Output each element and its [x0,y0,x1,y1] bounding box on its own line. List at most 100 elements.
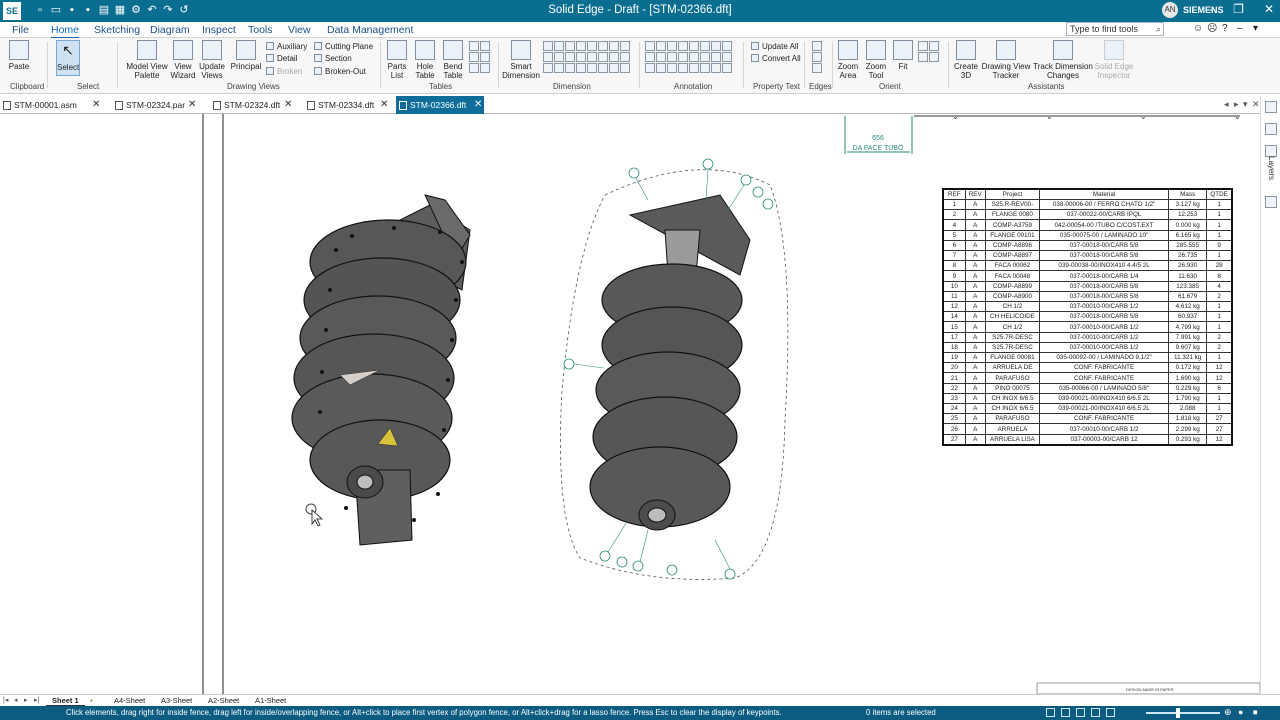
sheet-last-icon[interactable]: ▸| [34,696,39,704]
orient-tool-icon[interactable] [918,41,928,51]
create-3d-button[interactable]: Create 3D [953,40,979,80]
library-panel-icon[interactable] [1265,123,1277,135]
zoom-in-icon[interactable]: ⊕ [1224,707,1232,718]
annotation-tool-icon[interactable] [700,52,710,62]
record-icon[interactable]: ● [1238,707,1243,717]
annotation-tool-icon[interactable] [700,41,710,51]
table-row[interactable]: 24 A CH INOX 6/6.5 039-00021-00/INOX410 6/6… [942,403,1233,415]
annotation-tool-icon[interactable] [689,63,699,73]
table-row[interactable]: 8 A FACA 00062 039-00038-00/INOX410 4.4/5 2… [942,260,1233,272]
annotation-tool-icon[interactable] [722,52,732,62]
bend-table-button[interactable]: Bend Table [440,40,466,80]
table-row[interactable]: 22 A PINO 00075 035-00066-00 / LAMINADO 5/8… [942,382,1233,394]
fit-icon[interactable] [1076,708,1085,717]
dimension-tool-icon[interactable] [543,41,553,51]
annotation-tool-icon[interactable] [711,52,721,62]
view-wizard-button[interactable]: View Wizard [170,40,196,80]
zoom-slider-handle[interactable] [1176,708,1180,718]
tab-inspect[interactable]: Inspect [202,24,236,36]
dimension-tool-icon[interactable] [620,63,630,73]
frown-feedback-icon[interactable]: ☹ [1207,23,1217,34]
tab-tools[interactable]: Tools [248,24,273,36]
annotation-tool-icon[interactable] [656,63,666,73]
dimension-tool-icon[interactable] [598,41,608,51]
close-tab-icon[interactable]: ✕ [284,96,292,114]
zoom-slider[interactable] [1146,712,1220,714]
tab-view[interactable]: View [288,24,311,36]
doc-tab[interactable]: STM-02324.dft ✕ [210,96,294,114]
cutting-plane-button[interactable]: Cutting Plane [314,41,373,52]
table-row[interactable]: 18 A S25.7R-DESC 037-00010-00/CARB 1/2 9.607… [942,341,1233,354]
table-row[interactable]: 4 A COMP-A3759 042-00054-00 /TUBO C/COST.EX… [942,219,1233,231]
table-row[interactable]: 7 A COMP-A8897 037-00018-00/CARB 5/8 26.735 1 [942,250,1233,262]
tab-file[interactable]: File [12,24,29,36]
table-tool-icon[interactable] [480,63,490,73]
screw-conveyor-view-left[interactable] [291,194,471,546]
doc-tab[interactable]: STM-02324.par ✕ [112,96,208,114]
tab-diagram[interactable]: Diagram [150,24,190,36]
smile-feedback-icon[interactable]: ☺ [1193,23,1203,34]
table-row[interactable]: 15 A CH 1/2 037-00010-00/CARB 1/2 4.799 kg 1 [942,321,1233,333]
update-views-button[interactable]: Update Views [198,40,226,80]
minimize-icon[interactable]: – [1206,2,1213,16]
dimension-tool-icon[interactable] [543,52,553,62]
minimize-ribbon-icon[interactable]: – [1237,23,1243,34]
annotation-tool-icon[interactable] [689,41,699,51]
dimension-tool-icon[interactable] [587,41,597,51]
table-tool-icon[interactable] [469,52,479,62]
annotation-tool-icon[interactable] [656,52,666,62]
edge-tool-icon[interactable] [812,52,822,62]
dimension-tool-icon[interactable] [576,52,586,62]
paste-button[interactable]: Paste [7,40,31,71]
table-row[interactable]: 21 A PARAFUSO CONF. FABRICANTE 1.690 kg 12 [942,372,1233,384]
annotation-tool-icon[interactable] [722,63,732,73]
convert-all-button[interactable]: Convert All [751,53,801,64]
zoom-area-button[interactable]: Zoom Area [835,40,861,80]
drawing-view-tracker-button[interactable]: Drawing View Tracker [981,40,1031,80]
annotation-tool-icon[interactable] [678,52,688,62]
doc-tab[interactable]: STM-00001.asm ✕ [0,96,104,114]
sheet-prev-icon[interactable]: ◂ [14,696,18,704]
dimension-tool-icon[interactable] [587,63,597,73]
edge-tool-icon[interactable] [812,63,822,73]
section-button[interactable]: Section [314,53,352,64]
annotation-tool-icon[interactable] [700,63,710,73]
properties-panel-icon[interactable] [1265,101,1277,113]
close-all-icon[interactable]: ✕ [1252,99,1260,110]
dimension-tool-icon[interactable] [554,41,564,51]
sheet-next-icon[interactable]: ▸ [24,696,28,704]
dimension-tool-icon[interactable] [587,52,597,62]
pan-icon[interactable] [1091,708,1100,717]
annotation-tool-icon[interactable] [645,52,655,62]
dimension-tool-icon[interactable] [609,41,619,51]
table-tool-icon[interactable] [469,63,479,73]
annotation-tool-icon[interactable] [645,41,655,51]
close-tab-icon[interactable]: ✕ [474,96,482,114]
annotation-tool-icon[interactable] [678,41,688,51]
table-row[interactable]: 6 A COMP-A8896 037-00018-00/CARB 5/8 285.555… [942,239,1233,252]
scroll-tabs-right-icon[interactable]: ▸ [1234,99,1239,110]
close-icon[interactable]: ✕ [1264,2,1274,16]
hole-table-button[interactable]: Hole Table [412,40,438,80]
annotation-tool-icon[interactable] [711,63,721,73]
scroll-tabs-left-icon[interactable]: ◂ [1224,99,1229,110]
orient-tool-icon[interactable] [929,41,939,51]
dimension-tool-icon[interactable] [565,52,575,62]
dimension-tool-icon[interactable] [554,63,564,73]
zoom-tool-button[interactable]: Zoom Tool [863,40,889,80]
annotation-tool-icon[interactable] [689,52,699,62]
dimension-tool-icon[interactable] [620,41,630,51]
smart-dimension-button[interactable]: Smart Dimension [502,40,540,80]
dimension-tool-icon[interactable] [609,52,619,62]
annotation-tool-icon[interactable] [667,63,677,73]
annotation-tool-icon[interactable] [667,52,677,62]
dimension-tool-icon[interactable] [565,41,575,51]
table-row[interactable]: 5 A FLANGE 00101 035-00075-00 / LAMINADO 10… [942,229,1233,241]
user-avatar[interactable]: AN [1162,2,1178,18]
parts-list-button[interactable]: Parts List [384,40,410,80]
dimension-tool-icon[interactable] [576,41,586,51]
dimension-tool-icon[interactable] [620,52,630,62]
update-all-button[interactable]: Update All [751,41,798,52]
close-tab-icon[interactable]: ✕ [380,96,388,114]
ribbon-options-icon[interactable]: ▾ [1253,23,1258,34]
